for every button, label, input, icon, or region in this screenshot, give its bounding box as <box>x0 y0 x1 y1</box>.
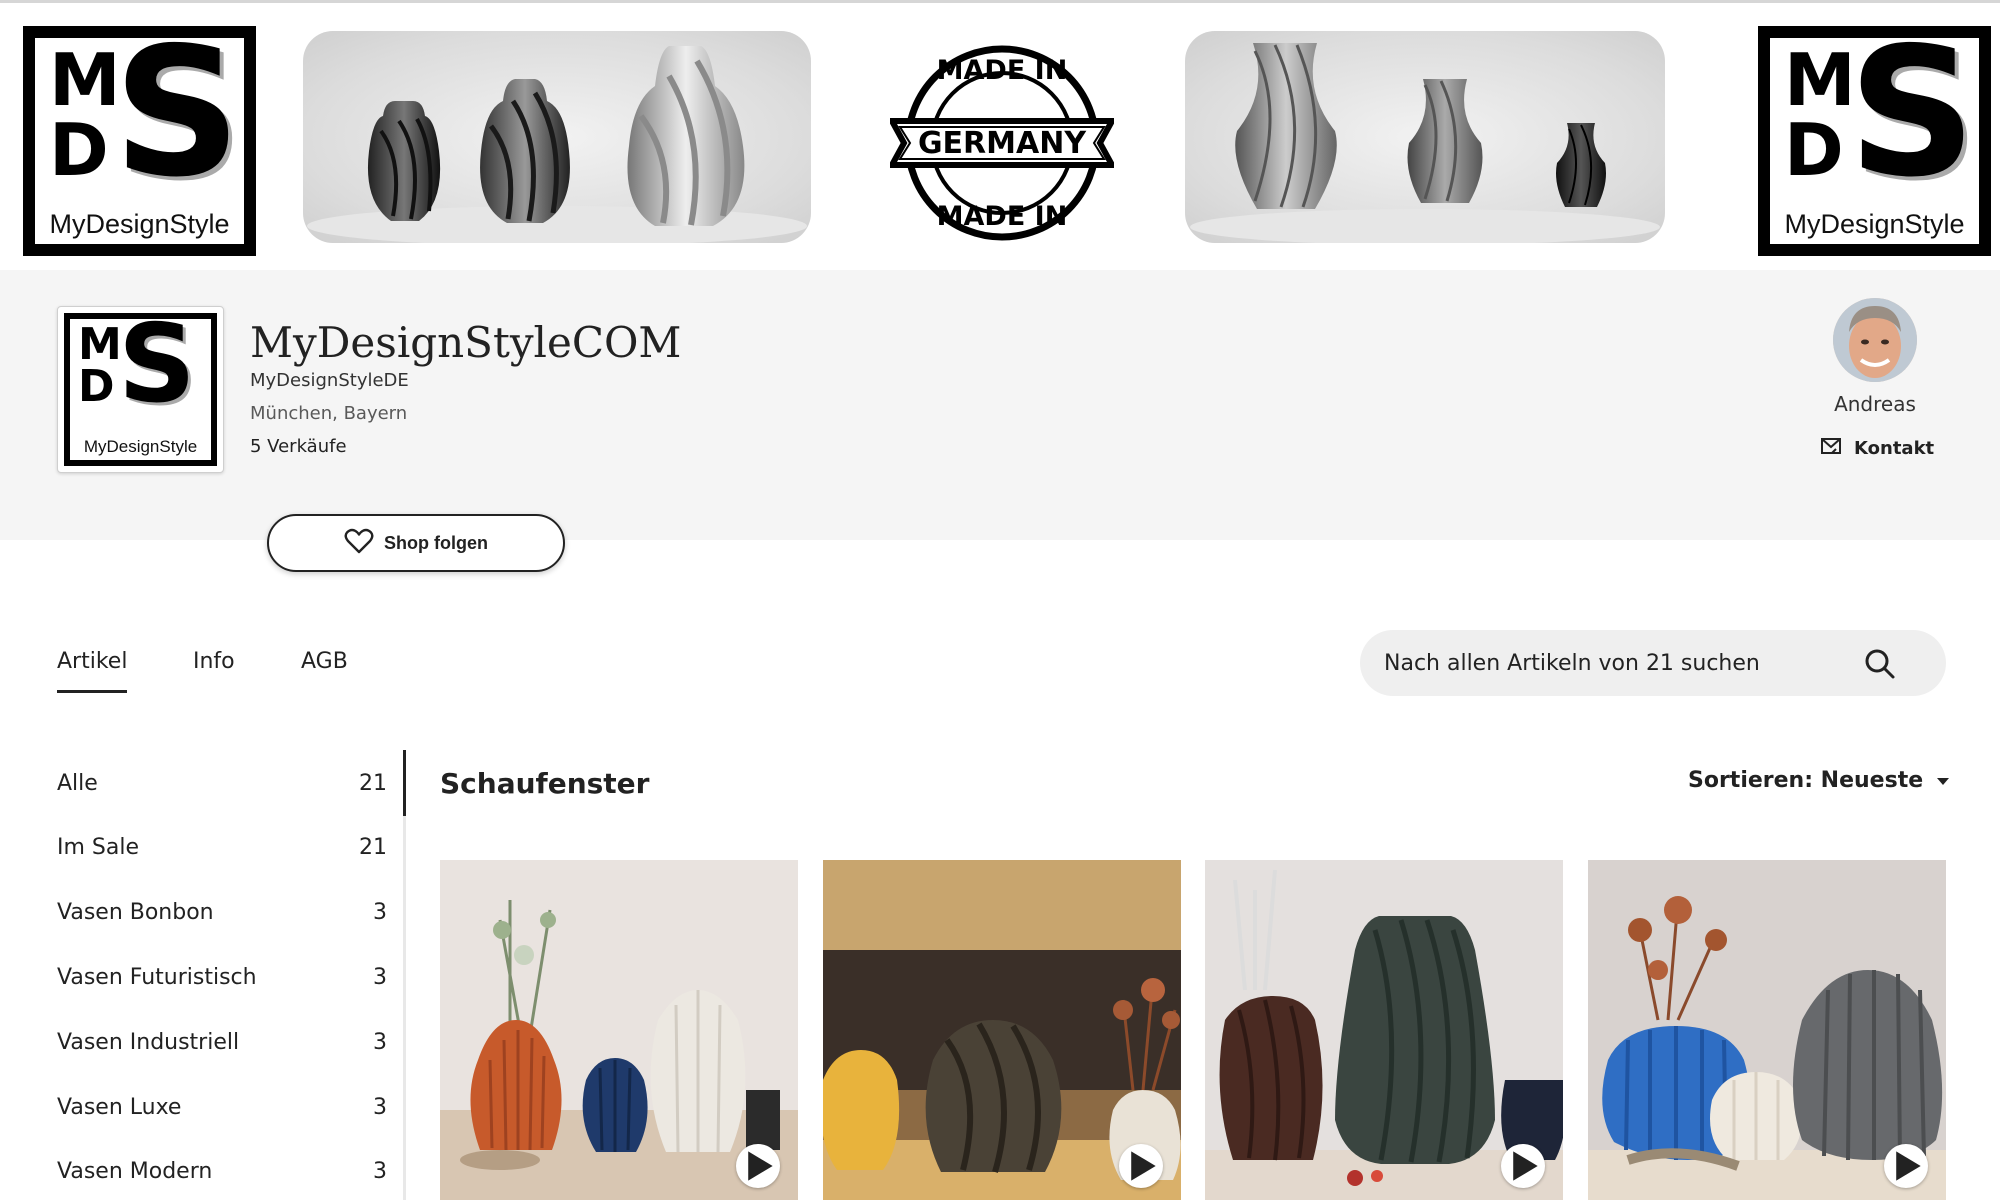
sidebar-item-count: 3 <box>373 1029 387 1055</box>
sidebar-divider <box>403 750 406 1200</box>
banner-logo-left: M D S MyDesignStyle <box>23 26 256 256</box>
sidebar-item-label: Vasen Futuristisch <box>57 964 257 990</box>
made-in-germany-stamp: MADE IN GERMANY MADE IN <box>886 43 1118 243</box>
sidebar-item-count: 21 <box>359 834 387 860</box>
sidebar-item-label: Vasen Bonbon <box>57 899 214 925</box>
sort-dropdown[interactable]: Sortieren: Neueste <box>1688 768 1951 793</box>
search-icon[interactable] <box>1864 648 1896 684</box>
stamp-bottom-text: MADE IN <box>937 201 1068 232</box>
logo-letter-m: M <box>1784 38 1856 122</box>
listing-card[interactable] <box>1205 860 1563 1200</box>
shop-search <box>1360 630 1946 696</box>
logo-letter-d: D <box>1784 108 1844 192</box>
shop-logo[interactable]: M D S MyDesignStyle <box>57 306 224 473</box>
tab-artikel[interactable]: Artikel <box>57 649 128 693</box>
avatar[interactable] <box>1833 298 1917 382</box>
twisted-vases-illustration <box>1190 43 1660 243</box>
search-input[interactable] <box>1384 630 1864 696</box>
shop-banner: M D S MyDesignStyle MADE IN GERMANY MADE… <box>0 0 2000 270</box>
mail-icon <box>1820 436 1842 461</box>
sidebar-item-label: Im Sale <box>57 834 140 860</box>
sidebar-item-count: 3 <box>373 899 387 925</box>
sidebar-item-count: 3 <box>373 964 387 990</box>
listing-card[interactable] <box>823 860 1181 1200</box>
sidebar-item-label: Vasen Modern <box>57 1158 213 1184</box>
logo-letter-s: S <box>118 319 196 427</box>
banner-logo-right: M D S MyDesignStyle <box>1758 26 1991 256</box>
follow-shop-button[interactable]: Shop folgen <box>267 514 565 572</box>
listing-card[interactable] <box>440 860 798 1200</box>
logo-letter-d: D <box>49 108 109 192</box>
play-icon[interactable] <box>1884 1144 1928 1188</box>
sidebar-item-alle[interactable]: Alle 21 <box>57 763 387 803</box>
play-icon[interactable] <box>1119 1144 1163 1188</box>
sidebar-item-vasen-luxe[interactable]: Vasen Luxe 3 <box>57 1087 387 1127</box>
sidebar-item-label: Vasen Luxe <box>57 1094 182 1120</box>
sidebar-item-count: 3 <box>373 1158 387 1184</box>
contact-label: Kontakt <box>1854 438 1935 459</box>
owner-name[interactable]: Andreas <box>1820 392 1930 416</box>
shop-header: M D S MyDesignStyle MyDesignStyleCOM MyD… <box>0 270 2000 540</box>
stamp-middle-text: GERMANY <box>918 126 1087 161</box>
logo-letter-d: D <box>78 361 115 412</box>
sidebar-item-vasen-industriell[interactable]: Vasen Industriell 3 <box>57 1022 387 1062</box>
sidebar-item-label: Vasen Industriell <box>57 1029 240 1055</box>
sidebar-item-vasen-bonbon[interactable]: Vasen Bonbon 3 <box>57 892 387 932</box>
sort-label: Sortieren: Neueste <box>1688 768 1924 793</box>
shop-location: München, Bayern <box>250 403 408 424</box>
swirl-vases-illustration <box>307 46 807 243</box>
sidebar-item-count: 21 <box>359 770 387 796</box>
logo-letter-s: S <box>1848 38 1977 216</box>
heart-icon <box>344 528 374 559</box>
play-icon[interactable] <box>1501 1144 1545 1188</box>
logo-caption: MyDesignStyle <box>1784 209 1965 239</box>
caret-down-icon <box>1935 768 1951 793</box>
banner-photo-twisted-vases <box>1185 31 1665 243</box>
sidebar-item-label: Alle <box>57 770 98 796</box>
shop-owner[interactable]: Andreas <box>1820 298 1930 416</box>
sidebar-active-indicator <box>403 750 406 816</box>
section-title: Schaufenster <box>440 767 650 800</box>
stamp-top-text: MADE IN <box>937 55 1068 86</box>
sidebar-item-im-sale[interactable]: Im Sale 21 <box>57 827 387 867</box>
logo-letter-m: M <box>49 38 121 122</box>
tab-agb[interactable]: AGB <box>301 649 348 674</box>
stamp-graphic: MADE IN GERMANY MADE IN <box>886 45 1118 241</box>
play-icon[interactable] <box>736 1144 780 1188</box>
logo-letter-s: S <box>113 38 242 216</box>
shop-subname: MyDesignStyleDE <box>250 370 409 391</box>
contact-button[interactable]: Kontakt <box>1820 436 1934 461</box>
tab-info[interactable]: Info <box>193 649 235 674</box>
shop-sales-count[interactable]: 5 Verkäufe <box>250 436 347 457</box>
sidebar-item-vasen-futuristisch[interactable]: Vasen Futuristisch 3 <box>57 957 387 997</box>
owner-portrait <box>1833 298 1917 382</box>
listing-card[interactable] <box>1588 860 1946 1200</box>
sidebar-item-vasen-modern[interactable]: Vasen Modern 3 <box>57 1151 387 1191</box>
shop-name: MyDesignStyleCOM <box>250 318 682 367</box>
follow-shop-label: Shop folgen <box>384 532 488 553</box>
logo-caption: MyDesignStyle <box>49 209 230 239</box>
sidebar-item-count: 3 <box>373 1094 387 1120</box>
banner-photo-swirl-vases <box>303 31 811 243</box>
shop-logo-caption: MyDesignStyle <box>83 437 198 456</box>
